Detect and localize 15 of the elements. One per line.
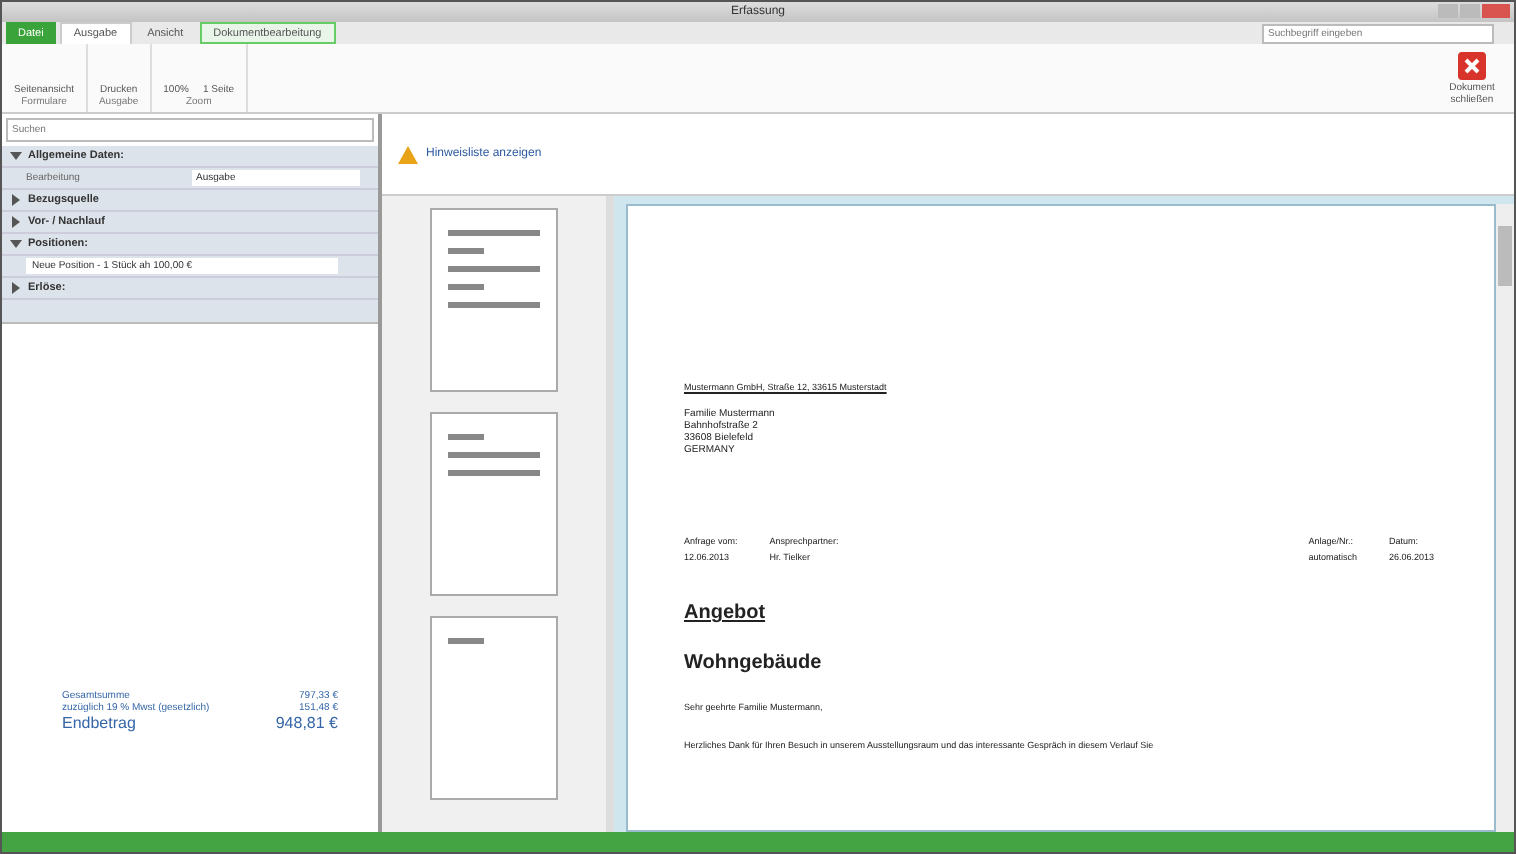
expander-icon[interactable] <box>10 150 22 162</box>
page-thumbnail[interactable] <box>430 616 558 800</box>
warning-icon <box>398 145 418 163</box>
expander-icon[interactable] <box>10 238 22 250</box>
total-label: Endbetrag <box>62 714 136 732</box>
page-thumbnail[interactable] <box>430 412 558 596</box>
close-icon <box>1458 52 1486 80</box>
expander-icon[interactable] <box>10 282 22 294</box>
expander-icon[interactable] <box>10 194 22 206</box>
total-value: 948,81 € <box>275 714 338 732</box>
expander-icon[interactable] <box>10 216 22 228</box>
scrollbar[interactable] <box>1496 204 1514 832</box>
document-subtitle: Wohngebäude <box>684 652 824 674</box>
page-thumbnail[interactable] <box>430 208 558 392</box>
document-title: Angebot <box>684 602 768 624</box>
